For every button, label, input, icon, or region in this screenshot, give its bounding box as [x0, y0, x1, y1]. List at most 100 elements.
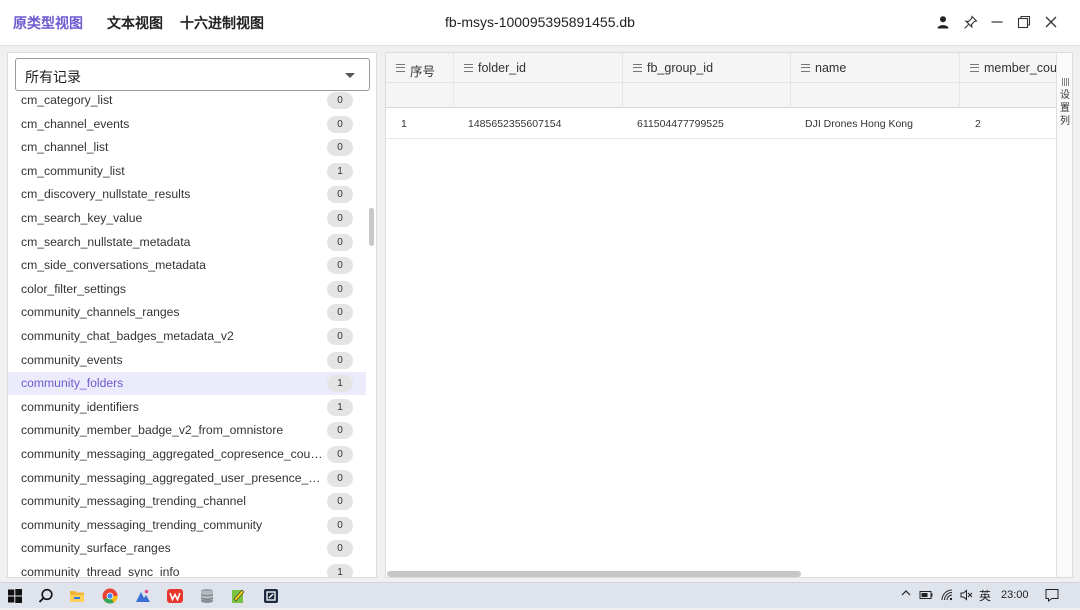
- chevron-down-icon: [345, 73, 355, 78]
- list-item[interactable]: cm_channel_events 0: [8, 113, 366, 136]
- cell-folder-id: 1485652355607154: [468, 118, 562, 130]
- table-name: cm_search_nullstate_metadata: [21, 234, 191, 249]
- list-item[interactable]: cm_channel_list 0: [8, 136, 366, 159]
- database-icon[interactable]: [198, 587, 216, 605]
- table-row[interactable]: 1 1485652355607154 611504477799525 DJI D…: [386, 109, 1056, 139]
- list-item[interactable]: community_messaging_aggregated_copresenc…: [8, 443, 366, 466]
- column-header-index[interactable]: 序号: [386, 53, 454, 83]
- list-item[interactable]: community_folders 1: [8, 372, 366, 396]
- list-item[interactable]: cm_category_list 0: [8, 89, 366, 112]
- filter-input[interactable]: [386, 83, 454, 108]
- record-count-badge: 0: [327, 328, 353, 345]
- horizontal-scrollbar[interactable]: [387, 571, 801, 577]
- wifi-icon[interactable]: [940, 588, 954, 605]
- list-item[interactable]: cm_search_key_value 0: [8, 207, 366, 230]
- table-name: cm_community_list: [21, 163, 125, 178]
- list-item[interactable]: community_thread_sync_info 1: [8, 561, 366, 577]
- chrome-icon[interactable]: [101, 587, 119, 605]
- record-count-badge: 1: [327, 162, 353, 180]
- list-item[interactable]: cm_side_conversations_metadata 0: [8, 254, 366, 277]
- tab-text-view[interactable]: 文本视图: [107, 13, 163, 33]
- record-count-badge: 0: [327, 351, 353, 369]
- filter-input[interactable]: [454, 83, 623, 108]
- record-count-badge: 0: [327, 540, 353, 558]
- windows-start-icon[interactable]: [6, 587, 24, 605]
- record-count-badge: 0: [327, 210, 353, 227]
- record-count-badge: 0: [327, 280, 353, 298]
- minimize-icon[interactable]: [987, 12, 1007, 32]
- cell-index: 1: [401, 118, 407, 130]
- menu-icon: [970, 64, 979, 72]
- pin-icon[interactable]: [960, 12, 980, 32]
- column-settings-label: 设置列: [1060, 90, 1070, 127]
- title-bar: 原类型视图 文本视图 十六进制视图 fb-msys-10009539589145…: [0, 0, 1080, 46]
- record-filter-select[interactable]: 所有记录: [15, 58, 370, 91]
- table-name: cm_channel_list: [21, 140, 109, 155]
- close-icon[interactable]: [1041, 12, 1061, 32]
- volume-muted-icon[interactable]: [959, 588, 973, 605]
- list-item[interactable]: community_surface_ranges 0: [8, 537, 366, 560]
- table-name: community_events: [21, 352, 123, 367]
- table-list: cm_category_list 0 cm_channel_events 0 cm_ch…: [8, 89, 368, 577]
- record-count-badge: 1: [327, 398, 353, 416]
- table-name: cm_channel_events: [21, 116, 130, 131]
- list-item[interactable]: community_channels_ranges 0: [8, 301, 366, 324]
- table-name: cm_discovery_nullstate_results: [21, 187, 191, 202]
- column-header-member-count[interactable]: member_count: [960, 53, 1056, 83]
- file-explorer-icon[interactable]: [68, 587, 86, 605]
- table-name: community_identifiers: [21, 399, 139, 414]
- menu-icon: [464, 64, 473, 72]
- grip-icon: [1062, 78, 1070, 86]
- record-count-badge: 0: [327, 469, 353, 487]
- table-name: community_messaging_aggregated_copresenc…: [21, 447, 326, 461]
- notepad-icon[interactable]: [229, 587, 247, 605]
- list-item[interactable]: community_member_badge_v2_from_omnistore…: [8, 419, 366, 442]
- list-item[interactable]: community_identifiers 1: [8, 396, 366, 419]
- record-count-badge: 0: [327, 186, 353, 204]
- filter-input[interactable]: [791, 83, 960, 108]
- column-header-folder-id[interactable]: folder_id: [454, 53, 623, 83]
- table-name: community_messaging_trending_community: [21, 517, 263, 532]
- ime-indicator[interactable]: 英: [979, 587, 991, 604]
- record-count-badge: 0: [327, 115, 353, 133]
- restore-icon[interactable]: [1014, 12, 1034, 32]
- list-item[interactable]: community_messaging_aggregated_user_pres…: [8, 467, 366, 490]
- list-item[interactable]: community_messaging_trending_community 0: [8, 514, 366, 537]
- cell-fb-group-id: 611504477799525: [637, 118, 724, 130]
- user-icon[interactable]: [933, 12, 953, 32]
- notification-icon[interactable]: [1044, 587, 1060, 606]
- vertical-scrollbar[interactable]: [369, 208, 374, 246]
- list-item[interactable]: color_filter_settings 0: [8, 278, 366, 301]
- app-icon[interactable]: [262, 587, 280, 605]
- record-count-badge: 0: [327, 304, 353, 322]
- list-item[interactable]: community_messaging_trending_channel 0: [8, 490, 366, 513]
- clock[interactable]: 23:00: [1001, 589, 1029, 601]
- list-item[interactable]: cm_search_nullstate_metadata 0: [8, 231, 366, 254]
- table-name: community_member_badge_v2_from_omnistore: [21, 423, 284, 438]
- table-name: community_messaging_trending_channel: [21, 494, 246, 509]
- records-grid-panel: 序号 folder_id fb_group_id name member_cou…: [385, 52, 1073, 578]
- tab-raw-type-view[interactable]: 原类型视图: [13, 13, 83, 33]
- list-item[interactable]: community_events 0: [8, 349, 366, 372]
- list-item[interactable]: cm_community_list 1: [8, 160, 366, 183]
- tab-hex-view[interactable]: 十六进制视图: [180, 13, 264, 33]
- record-count-badge: 1: [327, 375, 353, 393]
- search-icon[interactable]: [37, 587, 55, 605]
- filter-input[interactable]: [960, 83, 1056, 108]
- record-count-badge: 0: [327, 233, 353, 251]
- filter-row: [386, 83, 1056, 108]
- column-header-fb-group-id[interactable]: fb_group_id: [623, 53, 791, 83]
- record-count-badge: 0: [327, 422, 353, 440]
- photos-icon[interactable]: [134, 587, 152, 605]
- table-name: community_channels_ranges: [21, 305, 180, 320]
- filter-input[interactable]: [623, 83, 791, 108]
- chevron-up-icon[interactable]: [899, 586, 913, 603]
- battery-icon[interactable]: [919, 589, 934, 604]
- wps-icon[interactable]: [166, 587, 184, 605]
- list-item[interactable]: cm_discovery_nullstate_results 0: [8, 183, 366, 206]
- list-item[interactable]: community_chat_badges_metadata_v2 0: [8, 325, 366, 348]
- grid-header: 序号 folder_id fb_group_id name member_cou…: [386, 53, 1056, 83]
- column-settings-tab[interactable]: 设置列: [1056, 53, 1072, 577]
- table-name: community_folders: [21, 376, 124, 391]
- column-header-name[interactable]: name: [791, 53, 960, 83]
